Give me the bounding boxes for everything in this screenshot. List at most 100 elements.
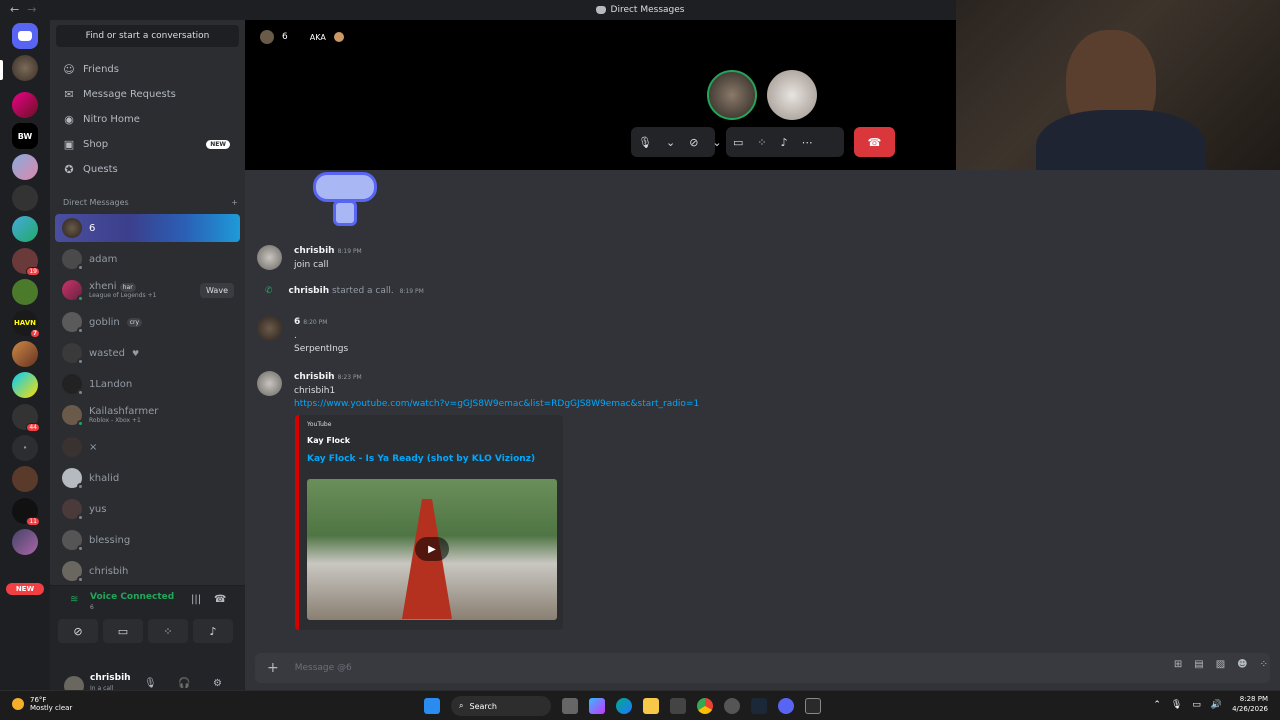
- server-icon[interactable]: [12, 185, 38, 211]
- store-icon[interactable]: [670, 698, 686, 714]
- server-icon[interactable]: [12, 372, 38, 398]
- dm-item[interactable]: wasted ♥: [55, 339, 240, 367]
- message-input[interactable]: + Message @6: [255, 653, 1270, 683]
- nav-nitro-home[interactable]: ◉ Nitro Home: [55, 107, 240, 131]
- nav-quests[interactable]: ✪ Quests: [55, 157, 240, 181]
- steam-icon[interactable]: [751, 698, 767, 714]
- nav-shop[interactable]: ▣ Shop NEW: [55, 132, 240, 156]
- discord-taskbar-icon[interactable]: [778, 698, 794, 714]
- plus-icon[interactable]: +: [231, 198, 238, 207]
- noise-suppression-icon[interactable]: |||: [191, 594, 201, 605]
- volume-icon[interactable]: 🔊: [1211, 700, 1222, 710]
- activities-button[interactable]: ⁘: [148, 619, 188, 643]
- server-icon[interactable]: [12, 279, 38, 305]
- message-link[interactable]: https://www.youtube.com/watch?v=gGJS8W9e…: [294, 398, 699, 412]
- embed-title[interactable]: Kay Flock - Is Ya Ready (shot by KLO Viz…: [307, 454, 555, 464]
- dm-item[interactable]: chrisbih: [55, 557, 240, 585]
- embed-provider[interactable]: YouTube: [307, 421, 555, 428]
- server-icon[interactable]: HAVN 7: [12, 310, 40, 338]
- screen-share-icon[interactable]: ▭: [726, 136, 750, 149]
- status-indicator: [77, 483, 84, 490]
- server-icon[interactable]: [12, 341, 38, 367]
- server-icon[interactable]: 44: [12, 404, 40, 432]
- avatar: [62, 468, 84, 490]
- server-icon[interactable]: [12, 92, 38, 118]
- forward-arrow-icon[interactable]: →: [27, 3, 36, 16]
- server-icon[interactable]: [12, 466, 38, 492]
- soundboard-button[interactable]: ♪: [193, 619, 233, 643]
- participant-tile[interactable]: [707, 70, 757, 120]
- video-thumbnail[interactable]: ▶: [307, 479, 557, 620]
- hang-up-button[interactable]: ☎: [854, 127, 895, 157]
- embed-author[interactable]: Kay Flock: [307, 436, 555, 445]
- home-button[interactable]: [12, 23, 38, 49]
- task-view-icon[interactable]: [562, 698, 578, 714]
- chevron-up-icon[interactable]: ⌃: [1153, 700, 1161, 710]
- back-arrow-icon[interactable]: ←: [10, 3, 19, 16]
- more-icon[interactable]: ⋯: [795, 136, 820, 149]
- avatar[interactable]: [257, 245, 282, 270]
- activities-icon[interactable]: ⁘: [750, 136, 773, 149]
- server-icon[interactable]: [12, 55, 38, 81]
- server-icon[interactable]: »: [12, 435, 38, 461]
- soundboard-icon[interactable]: ♪: [774, 136, 795, 149]
- server-icon[interactable]: 11: [12, 498, 40, 526]
- microphone-icon: 🎙: [638, 135, 652, 149]
- server-icon[interactable]: BW: [12, 123, 38, 149]
- server-icon[interactable]: [12, 154, 38, 180]
- settings-icon[interactable]: ⚙: [213, 678, 222, 689]
- participant-tile[interactable]: [767, 70, 817, 120]
- weather-widget[interactable]: 76°F Mostly clear: [12, 696, 72, 713]
- nav-friends[interactable]: ☺ Friends: [55, 57, 240, 81]
- voice-status[interactable]: Voice Connected: [90, 592, 174, 602]
- network-icon[interactable]: ▭: [1192, 700, 1201, 710]
- dm-item[interactable]: ×: [55, 433, 240, 461]
- dm-item[interactable]: blessing: [55, 526, 240, 554]
- dm-item[interactable]: yus: [55, 495, 240, 523]
- server-icon[interactable]: 19: [12, 248, 40, 276]
- message-author[interactable]: 6: [294, 317, 300, 327]
- dm-item[interactable]: xheni har League of Legends +1 Wave: [55, 276, 240, 304]
- microphone-icon[interactable]: 🎙: [1171, 700, 1182, 710]
- screen-share-button[interactable]: ▭: [103, 619, 143, 643]
- apps-icon[interactable]: ⁘: [1260, 659, 1268, 670]
- emoji-icon[interactable]: ☻: [1237, 659, 1247, 670]
- avatar[interactable]: [257, 371, 282, 396]
- disconnect-icon[interactable]: ☎: [214, 594, 226, 605]
- camera-off-button[interactable]: ⊘: [58, 619, 98, 643]
- copilot-icon[interactable]: [589, 698, 605, 714]
- message-author[interactable]: chrisbih: [289, 286, 330, 296]
- nav-message-requests[interactable]: ✉ Message Requests: [55, 82, 240, 106]
- epic-games-icon[interactable]: [805, 698, 821, 714]
- clock[interactable]: 8:28 PM 4/26/2026: [1232, 695, 1268, 715]
- gift-icon[interactable]: ⊞: [1174, 659, 1182, 670]
- dm-item[interactable]: khalid: [55, 464, 240, 492]
- app-icon[interactable]: [724, 698, 740, 714]
- mic-control[interactable]: 🎙 ⌄ ⊘ ⌄: [631, 127, 722, 157]
- headphones-icon[interactable]: 🎧: [178, 678, 190, 689]
- dm-item[interactable]: 1Landon: [55, 370, 240, 398]
- wave-button[interactable]: Wave: [200, 282, 234, 298]
- message-author[interactable]: chrisbih: [294, 372, 335, 382]
- microphone-icon[interactable]: 🎙: [144, 678, 157, 689]
- edge-icon[interactable]: [616, 698, 632, 714]
- find-conversation-button[interactable]: Find or start a conversation: [56, 25, 239, 47]
- sticker-icon[interactable]: ▨: [1216, 659, 1225, 670]
- dm-item[interactable]: adam: [55, 245, 240, 273]
- start-icon[interactable]: [424, 698, 440, 714]
- gif-icon[interactable]: ▤: [1194, 659, 1203, 670]
- dm-item[interactable]: goblin cry: [55, 308, 240, 336]
- plus-icon[interactable]: +: [267, 660, 279, 676]
- message-author[interactable]: chrisbih: [294, 246, 335, 256]
- file-explorer-icon[interactable]: [643, 698, 659, 714]
- avatar[interactable]: [257, 316, 282, 341]
- chevron-down-icon[interactable]: ⌄: [659, 136, 682, 149]
- dm-item[interactable]: 6: [55, 214, 240, 242]
- dm-header-label: Direct Messages: [63, 198, 129, 207]
- chrome-icon[interactable]: [697, 698, 713, 714]
- server-icon[interactable]: [12, 529, 38, 555]
- server-icon[interactable]: [12, 216, 38, 242]
- taskbar-search[interactable]: ⌕ Search: [451, 696, 551, 716]
- dm-item[interactable]: Kailashfarmer Roblox - Xbox +1: [55, 401, 240, 429]
- play-icon[interactable]: ▶: [415, 537, 449, 561]
